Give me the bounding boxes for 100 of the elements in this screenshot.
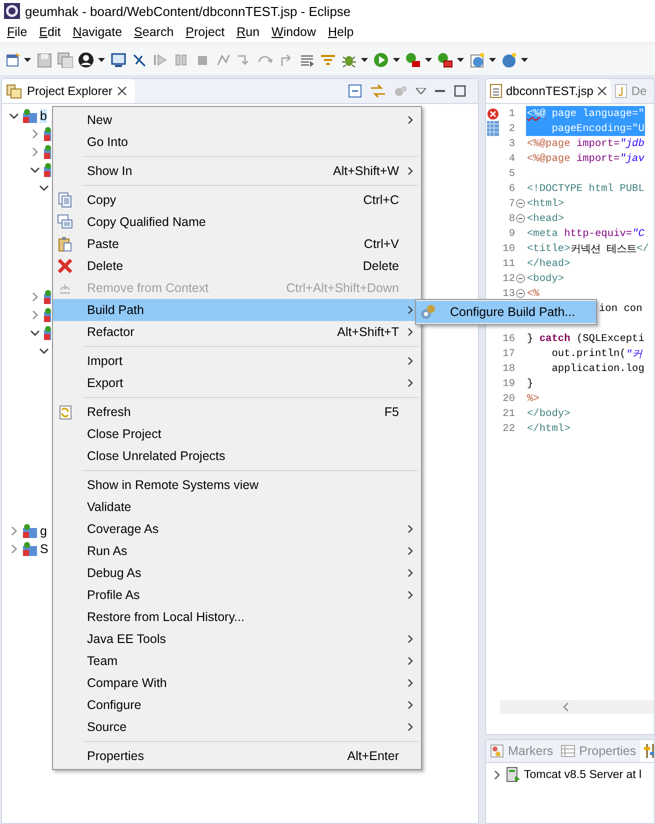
panel-tab[interactable] <box>640 740 654 762</box>
code-line: <%@page import="jdb <box>526 136 646 151</box>
code-line: out.println("커 <box>550 346 644 361</box>
menu-item[interactable]: Help <box>322 25 360 39</box>
menu-item[interactable]: Profile As <box>53 584 421 606</box>
menu-item[interactable]: Import <box>53 350 421 372</box>
dropdown-icon[interactable] <box>521 58 528 62</box>
menu-item[interactable]: Java EE Tools <box>53 628 421 650</box>
dropdown-icon[interactable] <box>457 58 464 62</box>
menu-item[interactable]: Coverage As <box>53 518 421 540</box>
copy-icon <box>57 192 73 208</box>
collapse-all-icon[interactable] <box>348 84 362 98</box>
code-line: <!DOCTYPE html PUBL <box>526 182 646 196</box>
line-number: 13 <box>502 288 515 300</box>
save-all-icon[interactable] <box>57 52 73 68</box>
link-icon[interactable] <box>370 84 386 98</box>
line-number: 17 <box>502 348 515 360</box>
menu-item[interactable]: Team <box>53 650 421 672</box>
run-tool-icon[interactable] <box>437 52 453 68</box>
servers-icon <box>644 744 654 758</box>
code-line: </html> <box>526 422 572 436</box>
selection-marker-icon <box>486 121 498 136</box>
view-menu-icon[interactable] <box>416 88 426 94</box>
class-icon[interactable] <box>501 52 517 68</box>
line-number: 3 <box>508 138 515 150</box>
tree-item[interactable]: S <box>40 542 48 556</box>
line-number: 2 <box>508 122 515 134</box>
line-number: 8 <box>508 212 515 224</box>
menu-item[interactable]: Close Project <box>53 423 421 445</box>
editor-tab[interactable]: dbconnTEST.jsp <box>486 79 612 103</box>
server-item[interactable]: Tomcat v8.5 Server at l <box>524 769 642 781</box>
close-icon[interactable] <box>117 86 128 96</box>
menu-item[interactable]: Restore from Local History... <box>53 606 421 628</box>
menu-item[interactable]: Delete Delete <box>53 255 421 277</box>
menu-item[interactable]: Search <box>128 25 180 39</box>
disconnect-icon[interactable] <box>215 52 231 68</box>
menu-item[interactable]: Edit <box>33 25 67 39</box>
fold-icon[interactable] <box>516 289 525 298</box>
file-icon <box>490 84 502 98</box>
menu-item[interactable]: Properties Alt+Enter <box>53 745 421 767</box>
dropdown-icon[interactable] <box>98 58 105 62</box>
monitor-icon[interactable] <box>110 52 126 68</box>
fold-icon[interactable] <box>516 199 525 208</box>
menu-item[interactable]: Window <box>266 25 322 39</box>
tree-item[interactable]: b <box>40 109 47 123</box>
dropdown-icon[interactable] <box>489 58 496 62</box>
explorer-tab[interactable]: Project Explorer <box>2 79 136 103</box>
menu-item[interactable]: Run <box>230 25 266 39</box>
menu-item[interactable]: Source <box>53 716 421 738</box>
markers-icon <box>490 744 504 758</box>
line-number: 7 <box>508 198 515 210</box>
code-line: application.log <box>550 362 646 376</box>
menu-item[interactable]: Paste Ctrl+V <box>53 233 421 255</box>
line-number: 20 <box>502 392 515 404</box>
close-icon[interactable] <box>597 86 608 96</box>
code-line: <html> <box>526 196 566 211</box>
code-line: <meta http-equiv="C <box>526 226 646 241</box>
dropdown-icon[interactable] <box>393 58 400 62</box>
menu-item[interactable]: Project <box>180 25 231 39</box>
dropdown-icon[interactable] <box>361 58 368 62</box>
fold-icon[interactable] <box>516 274 525 283</box>
code-line: <% <box>526 286 540 301</box>
menu-item[interactable]: New <box>53 109 421 131</box>
menu-item[interactable]: File <box>1 25 34 39</box>
run-server-icon[interactable] <box>405 52 421 68</box>
copy-name-icon <box>57 214 73 230</box>
menu-item[interactable]: Show in Remote Systems view <box>53 474 421 496</box>
code-line: </head> <box>526 256 572 271</box>
line-number: 19 <box>502 378 515 390</box>
fold-icon[interactable] <box>516 214 525 223</box>
dropdown-icon[interactable] <box>24 58 31 62</box>
menu-item[interactable]: Refactor Alt+Shift+T <box>53 321 421 343</box>
menu-item[interactable]: Validate <box>53 496 421 518</box>
menu-item[interactable]: Close Unrelated Projects <box>53 445 421 467</box>
code-line: <head> <box>526 212 566 226</box>
menu-item[interactable]: Compare With <box>53 672 421 694</box>
line-number: 21 <box>502 408 515 420</box>
tree-item[interactable]: g <box>40 524 47 538</box>
maximize-icon[interactable] <box>454 85 466 97</box>
person-icon[interactable] <box>78 52 94 68</box>
line-number: 16 <box>502 332 515 344</box>
menu-item[interactable]: Debug As <box>53 562 421 584</box>
menu-item[interactable]: Configure <box>53 694 421 716</box>
menu-item[interactable]: Configure Build Path... <box>416 301 596 323</box>
menu-item[interactable]: Show In Alt+Shift+W <box>53 160 421 182</box>
menu-item[interactable]: Refresh F5 <box>53 401 421 423</box>
menu-item[interactable]: Copy Qualified Name <box>53 211 421 233</box>
refresh-icon <box>57 404 73 420</box>
menu-item[interactable]: Go Into <box>53 131 421 153</box>
menu-item[interactable]: Navigate <box>66 25 128 39</box>
save-icon[interactable] <box>36 52 52 68</box>
new-file-icon[interactable] <box>4 52 20 68</box>
window-title: geumhak - board/WebContent/dbconnTEST.jsp - Eclipse <box>25 4 351 18</box>
line-number: 6 <box>508 182 515 194</box>
server-icon <box>506 767 520 783</box>
menu-item[interactable]: Export <box>53 372 421 394</box>
menu-item[interactable]: Run As <box>53 540 421 562</box>
chevron-right-icon[interactable] <box>492 770 502 780</box>
dropdown-icon[interactable] <box>425 58 432 62</box>
menu-item[interactable]: Copy Ctrl+C <box>53 189 421 211</box>
